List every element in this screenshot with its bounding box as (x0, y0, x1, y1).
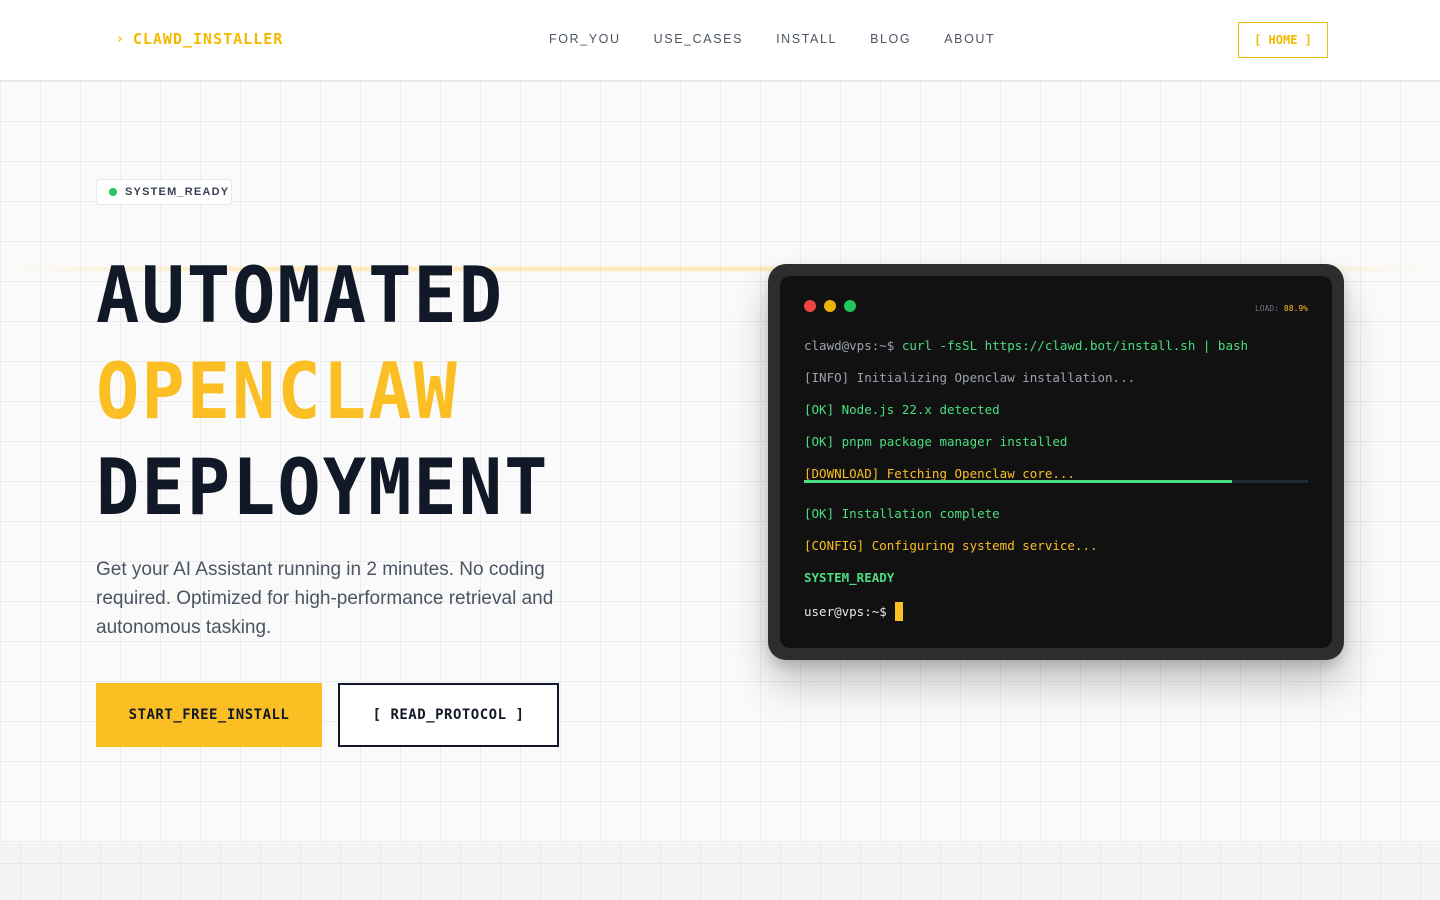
page-title: AUTOMATED OPENCLAW DEPLOYMENT (96, 247, 549, 535)
terminal-line: SYSTEM_READY (804, 570, 895, 585)
terminal-line: [INFO] Initializing Openclaw installatio… (804, 370, 1136, 385)
read-protocol-button[interactable]: [ READ_PROTOCOL ] (338, 683, 559, 747)
status-badge-label: SYSTEM_READY (125, 186, 230, 198)
cursor-icon (894, 602, 903, 621)
window-controls (804, 300, 856, 312)
terminal-line: [CONFIG] Configuring systemd service... (804, 538, 1098, 553)
terminal-prompt: clawd@vps:~$ (804, 338, 895, 353)
brand-logo[interactable]: › CLAWD_INSTALLER (116, 30, 283, 48)
site-header: › CLAWD_INSTALLER FOR_YOU USE_CASES INST… (0, 0, 1440, 81)
nav-item-for-you[interactable]: FOR_YOU (549, 32, 621, 46)
terminal-screen: LOAD: 88.9% clawd@vps:~$ curl -fsSL http… (780, 276, 1332, 648)
terminal-window: LOAD: 88.9% clawd@vps:~$ curl -fsSL http… (768, 264, 1344, 660)
load-value: 88.9% (1283, 304, 1308, 313)
download-progress-fill (804, 480, 1233, 483)
terminal-line: [OK] Node.js 22.x detected (804, 402, 1000, 417)
nav-item-use-cases[interactable]: USE_CASES (654, 32, 743, 46)
home-button[interactable]: [ HOME ] (1238, 22, 1328, 58)
terminal-final-line: user@vps:~$ (804, 602, 903, 621)
terminal-command: curl -fsSL https://clawd.bot/install.sh … (901, 338, 1249, 353)
headline-line-3: DEPLOYMENT (96, 441, 550, 533)
maximize-dot-icon (844, 300, 856, 312)
headline-line-1: AUTOMATED (96, 249, 505, 341)
headline-line-2: OPENCLAW (96, 345, 459, 437)
download-progress-bar (804, 480, 1308, 483)
nav-item-install[interactable]: INSTALL (776, 32, 837, 46)
brand-name: CLAWD_INSTALLER (132, 30, 284, 48)
terminal-command-line: clawd@vps:~$ curl -fsSL https://clawd.bo… (804, 338, 1248, 353)
terminal-line: [OK] pnpm package manager installed (804, 434, 1068, 449)
load-label: LOAD: (1254, 304, 1280, 313)
chevron-right-icon: › (116, 31, 125, 47)
start-free-install-button[interactable]: START_FREE_INSTALL (96, 683, 322, 747)
status-dot-icon (109, 188, 117, 196)
terminal-final-prompt: user@vps:~$ (804, 604, 887, 619)
close-dot-icon (804, 300, 816, 312)
hero-subtitle: Get your AI Assistant running in 2 minut… (96, 559, 554, 638)
terminal-line: [DOWNLOAD] Fetching Openclaw core... (804, 466, 1075, 481)
hero-section: SYSTEM_READY AUTOMATED OPENCLAW DEPLOYME… (0, 81, 1440, 843)
nav-item-about[interactable]: ABOUT (944, 32, 995, 46)
terminal-line: [OK] Installation complete (804, 506, 1000, 521)
nav-item-blog[interactable]: BLOG (870, 32, 911, 46)
status-badge: SYSTEM_READY (96, 179, 232, 205)
minimize-dot-icon (824, 300, 836, 312)
section-divider-band (0, 843, 1440, 900)
main-nav: FOR_YOU USE_CASES INSTALL BLOG ABOUT (549, 32, 1028, 46)
load-indicator: LOAD: 88.9% (1255, 304, 1308, 313)
